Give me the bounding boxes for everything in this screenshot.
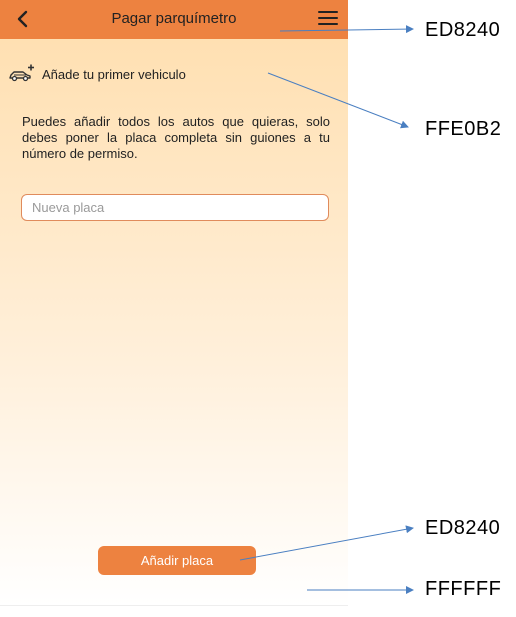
new-plate-input[interactable]	[21, 194, 329, 221]
car-add-icon	[8, 64, 34, 84]
color-annotation-label: ED8240	[425, 19, 501, 41]
main-content: Añade tu primer vehiculo Puedes añadir t…	[0, 39, 348, 605]
color-annotation-label: FFE0B2	[425, 118, 502, 140]
color-annotation-label: ED8240	[425, 517, 501, 539]
page-title: Pagar parquímetro	[111, 10, 237, 27]
instructions-text: Puedes añadir todos los autos que quiera…	[22, 114, 330, 161]
app-screen: Pagar parquímetro Añade tu primer vehicu…	[0, 0, 348, 617]
add-vehicle-label: Añade tu primer vehiculo	[42, 66, 186, 82]
color-annotation-label: FFFFFF	[425, 578, 502, 600]
add-vehicle-row: Añade tu primer vehiculo	[8, 63, 186, 85]
header-bar: Pagar parquímetro	[0, 0, 348, 39]
hamburger-menu-icon[interactable]	[318, 9, 338, 27]
add-plate-button[interactable]: Añadir placa	[98, 546, 256, 575]
bottom-bar	[0, 605, 348, 617]
